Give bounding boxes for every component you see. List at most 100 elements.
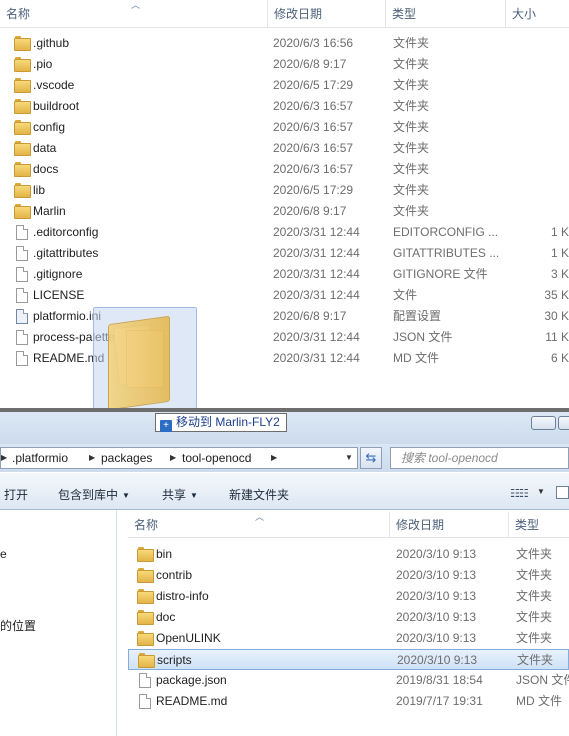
minimize-button[interactable] [531, 416, 556, 430]
folder-icon [14, 183, 31, 198]
folder-icon [14, 99, 31, 114]
breadcrumb-item[interactable]: .platformio [12, 448, 68, 468]
file-name: .github [33, 36, 70, 50]
file-icon [139, 673, 151, 691]
file-row[interactable]: .github 2020/6/3 16:56 文件夹 [0, 33, 569, 54]
file-modified-date: 2020/6/3 16:57 [273, 120, 354, 134]
column-header-type[interactable]: 类型 [509, 512, 569, 538]
file-row[interactable]: README.md 2019/7/17 19:31 MD 文件 [128, 691, 569, 712]
file-name: distro-info [156, 589, 209, 603]
include-in-library-button[interactable]: 包含到库中 ▼ [58, 473, 130, 511]
file-size [510, 180, 569, 201]
breadcrumb-separator-icon[interactable]: ▶ [271, 448, 277, 468]
file-name: scripts [157, 653, 192, 667]
include-in-library-label: 包含到库中 [58, 488, 119, 502]
file-size: 35 K [544, 288, 569, 302]
column-name-label: 名称 [134, 518, 159, 532]
column-name-label: 名称 [6, 7, 31, 21]
share-button[interactable]: 共享 ▼ [162, 473, 198, 511]
sort-arrow-icon: ︿ [255, 512, 265, 522]
breadcrumb-item[interactable]: tool-openocd [182, 448, 251, 468]
view-options-icon[interactable]: ☷☷ [510, 487, 529, 500]
nav-item[interactable]: e [0, 547, 7, 561]
file-name: doc [156, 610, 176, 624]
file-row[interactable]: .vscode 2020/6/5 17:29 文件夹 [0, 75, 569, 96]
file-modified-date: 2020/3/10 9:13 [396, 568, 477, 582]
folder-icon [14, 162, 31, 177]
file-size [510, 96, 569, 117]
file-modified-date: 2020/3/10 9:13 [396, 547, 477, 561]
address-dropdown-icon[interactable]: ▼ [341, 448, 357, 468]
file-row[interactable]: buildroot 2020/6/3 16:57 文件夹 [0, 96, 569, 117]
file-modified-date: 2020/6/3 16:56 [273, 36, 354, 50]
sort-arrow-icon: ︿ [131, 0, 141, 10]
file-name: data [33, 141, 57, 155]
file-name: lib [33, 183, 46, 197]
drag-ghost-folder-icon [108, 315, 170, 408]
file-modified-date: 2020/3/31 12:44 [273, 246, 360, 260]
file-type: 文件夹 [393, 78, 430, 92]
chevron-down-icon[interactable]: ▼ [537, 487, 545, 496]
new-folder-button[interactable]: 新建文件夹 [229, 473, 289, 511]
file-row[interactable]: .gitattributes 2020/3/31 12:44 GITATTRIBUT… [0, 243, 569, 264]
file-row[interactable]: .editorconfig 2020/3/31 12:44 EDITORCONFIG… [0, 222, 569, 243]
file-row[interactable]: scripts 2020/3/10 9:13 文件夹 [128, 649, 569, 670]
file-row[interactable]: platformio.ini 2020/6/8 9:17 配置设置 30 K [0, 306, 569, 327]
column-header-modified[interactable]: 修改日期 [268, 0, 386, 28]
file-row[interactable]: data 2020/6/3 16:57 文件夹 [0, 138, 569, 159]
column-header-size[interactable]: 大小 [506, 0, 569, 28]
file-modified-date: 2020/6/3 16:57 [273, 162, 354, 176]
folder-icon [137, 589, 154, 605]
address-bar[interactable]: ▶ .platformio ▶ packages ▶ tool-openocd … [0, 447, 358, 469]
column-type-label: 类型 [392, 7, 417, 21]
file-row[interactable]: distro-info 2020/3/10 9:13 文件夹 [128, 586, 569, 607]
file-name: bin [156, 547, 173, 561]
file-type: 文件夹 [516, 610, 553, 624]
file-row[interactable]: contrib 2020/3/10 9:13 文件夹 [128, 565, 569, 586]
open-button[interactable]: 打开 [4, 473, 28, 511]
file-type: GITATTRIBUTES ... [393, 246, 500, 260]
drag-tooltip-text: 移动到 Marlin-FLY2 [176, 415, 280, 429]
command-toolbar: 打开 包含到库中 ▼ 共享 ▼ 新建文件夹 ☷☷ ▼ [0, 472, 569, 510]
file-row[interactable]: OpenULINK 2020/3/10 9:13 文件夹 [128, 628, 569, 649]
search-input[interactable]: 搜索 tool-openocd [390, 447, 569, 469]
file-row[interactable]: process-palette.json 2020/3/31 12:44 JSON … [0, 327, 569, 348]
preview-pane-button[interactable] [556, 486, 569, 499]
file-name: README.md [156, 694, 228, 708]
breadcrumb-separator-icon[interactable]: ▶ [170, 448, 176, 468]
file-row[interactable]: LICENSE 2020/3/31 12:44 文件 35 K [0, 285, 569, 306]
file-row[interactable]: Marlin 2020/6/8 9:17 文件夹 [0, 201, 569, 222]
breadcrumb-separator-icon[interactable]: ▶ [89, 448, 95, 468]
file-type: 文件夹 [516, 547, 553, 561]
file-row[interactable]: bin 2020/3/10 9:13 文件夹 [128, 544, 569, 565]
file-row[interactable]: .gitignore 2020/3/31 12:44 GITIGNORE 文件 3 K [0, 264, 569, 285]
file-type: 文件夹 [516, 589, 553, 603]
file-icon [16, 246, 31, 261]
file-icon [139, 694, 151, 712]
file-type: 文件夹 [393, 204, 430, 218]
file-row[interactable]: config 2020/6/3 16:57 文件夹 [0, 117, 569, 138]
column-header-type[interactable]: 类型 [386, 0, 506, 28]
file-size [510, 117, 569, 138]
file-row[interactable]: docs 2020/6/3 16:57 文件夹 [0, 159, 569, 180]
folder-icon [137, 610, 154, 626]
file-row[interactable]: package.json 2019/8/31 18:54 JSON 文件 [128, 670, 569, 691]
share-label: 共享 [162, 488, 187, 502]
column-size-label: 大小 [512, 7, 537, 21]
file-modified-date: 2020/3/10 9:13 [396, 610, 477, 624]
file-size: 30 K [544, 309, 569, 323]
file-row[interactable]: doc 2020/3/10 9:13 文件夹 [128, 607, 569, 628]
file-name: docs [33, 162, 59, 176]
file-name: .pio [33, 57, 53, 71]
file-row[interactable]: .pio 2020/6/8 9:17 文件夹 [0, 54, 569, 75]
file-row[interactable]: README.md 2020/3/31 12:44 MD 文件 6 K [0, 348, 569, 369]
breadcrumb-item[interactable]: packages [101, 448, 152, 468]
refresh-button[interactable]: ⇆ [360, 447, 382, 469]
drag-ghost-image [93, 307, 197, 408]
file-modified-date: 2020/3/31 12:44 [273, 267, 360, 281]
file-icon [16, 225, 31, 240]
nav-item[interactable]: 的位置 [0, 617, 36, 634]
column-header-modified[interactable]: 修改日期 [390, 512, 509, 538]
maximize-button[interactable] [558, 416, 569, 430]
file-row[interactable]: lib 2020/6/5 17:29 文件夹 [0, 180, 569, 201]
